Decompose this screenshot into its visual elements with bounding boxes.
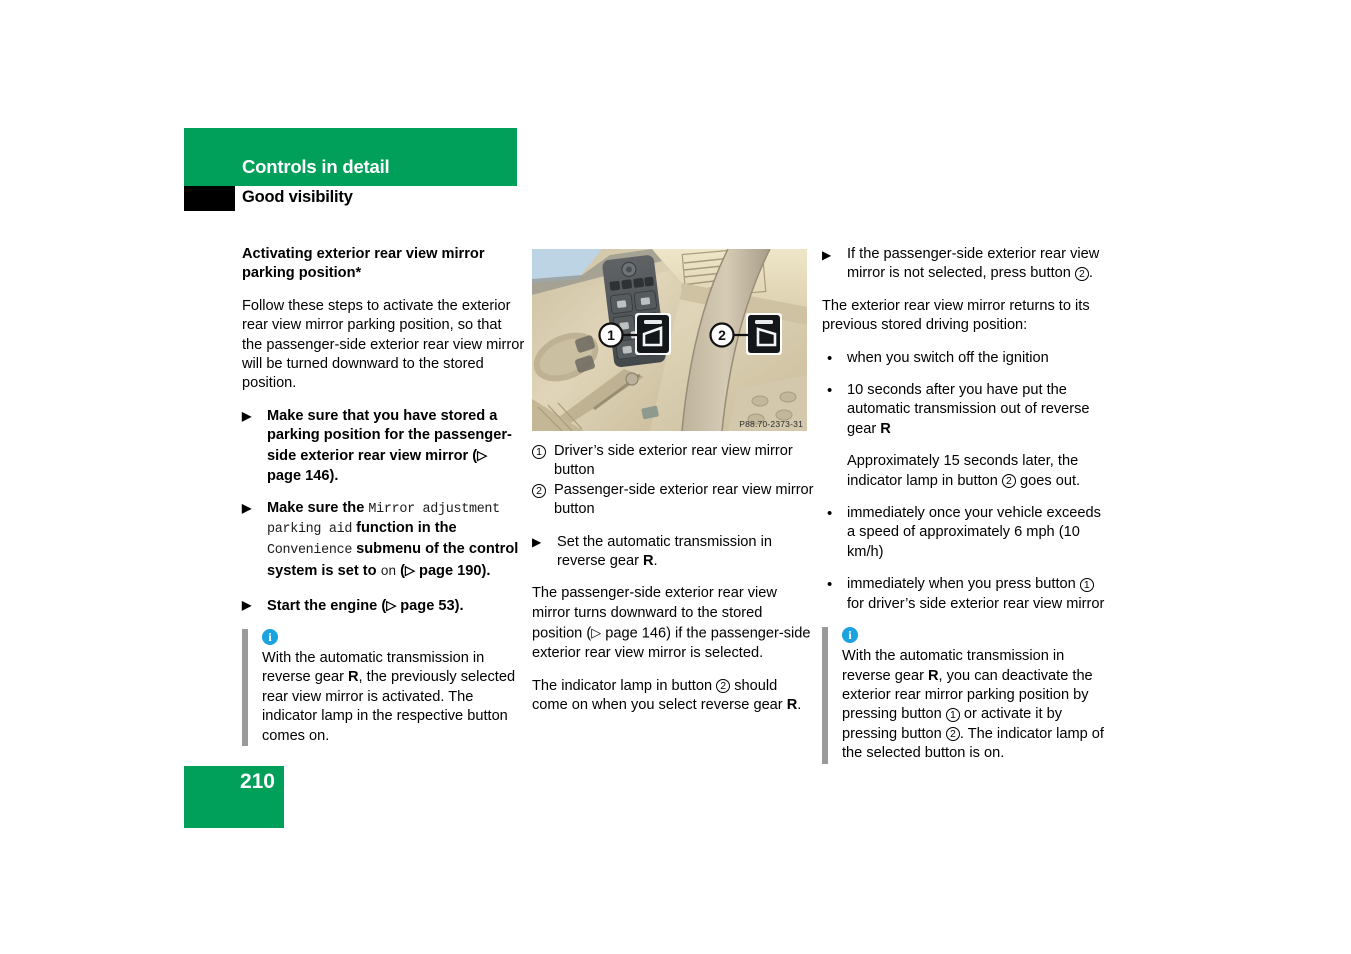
right-bullet-list: • when you switch off the ignition • 10 sec… — [822, 349, 1105, 614]
figure-caption-list: 1 Driver’s side exterior rear view mirror… — [532, 442, 815, 520]
callout-number-2: 2 — [532, 483, 546, 498]
driver-mirror-button-graphic — [635, 313, 671, 355]
svg-text:1: 1 — [607, 327, 615, 343]
note-text-left: With the automatic transmission in rever… — [262, 650, 516, 744]
triangle-bullet-icon: ▶ — [242, 409, 252, 424]
figure-caption-text: Driver’s side exterior rear view mirror … — [554, 443, 793, 479]
right-step: ▶ If the passenger-side exterior rear vi… — [822, 245, 1105, 284]
subsection-heading: Activating exterior rear view mirror par… — [242, 246, 485, 282]
triangle-bullet-icon: ▶ — [242, 597, 252, 612]
emphasis-text: Make sure that you have stored a parking… — [267, 407, 512, 465]
body-paragraph: The passenger-side exterior rear view mi… — [532, 585, 811, 662]
triangle-bullet-icon: ▶ — [242, 501, 252, 516]
figure-caption-row: 1 Driver’s side exterior rear view mirror… — [532, 442, 815, 481]
dot-bullet-icon: • — [827, 576, 833, 594]
note-text-right: With the automatic transmission in rever… — [842, 648, 1104, 762]
figure-caption-text: Passenger-side exterior rear view mirror… — [554, 481, 814, 518]
section-title: Good visibility — [242, 188, 353, 206]
chapter-title: Controls in detail — [242, 156, 390, 177]
action-step: ▶ Make sure the Mirror adjustment parking… — [242, 499, 525, 582]
callout-number-1: 1 — [945, 707, 960, 722]
chapter-header-band: Controls in detail — [184, 128, 517, 186]
door-panel-figure: 1 2 P88.70-2373-31 — [532, 249, 807, 431]
emphasis-text: R — [927, 667, 939, 684]
door-panel-illustration: 1 2 — [532, 249, 807, 431]
bullet-sub-paragraph: Approximately 15 seconds later, the indi… — [847, 453, 1081, 489]
emphasis-text: Make sure the — [267, 499, 369, 516]
bullet-text: 10 seconds after you have put the automa… — [847, 382, 1090, 437]
bullet-text: immediately when you press button 1 for … — [847, 576, 1105, 612]
callout-number-2: 2 — [1074, 266, 1089, 281]
menu-item-name: Convenience — [267, 542, 353, 558]
bullet-text: immediately once your vehicle exceeds a … — [847, 505, 1101, 560]
middle-step-text: Set the automatic transmission in revers… — [557, 533, 772, 570]
emphasis-text: ( — [396, 562, 405, 579]
figure-caption-row: 2 Passenger-side exterior rear view mirro… — [532, 481, 815, 520]
middle-paragraphs: The passenger-side exterior rear view mi… — [532, 584, 815, 715]
action-step-text: Start the engine (▷ page 53). — [267, 597, 464, 614]
svg-text:2: 2 — [718, 327, 726, 343]
callout-number-1: 1 — [532, 445, 546, 459]
figure-code: P88.70-2373-31 — [739, 419, 803, 429]
triangle-bullet-icon: ▶ — [822, 247, 832, 262]
page-reference-icon: ▷ — [477, 447, 488, 463]
page-number-band: 210 — [184, 766, 284, 828]
section-marker-block — [184, 186, 235, 211]
page-number: 210 — [239, 770, 275, 793]
middle-step: ▶ Set the automatic transmission in reve… — [532, 533, 815, 572]
bullet-item: • 10 seconds after you have put the autom… — [822, 381, 1105, 439]
page-reference-icon: ▷ — [404, 562, 415, 578]
page-reference-icon: ▷ — [591, 625, 602, 641]
action-step-text: Make sure that you have stored a parking… — [267, 408, 512, 484]
info-icon: i — [262, 629, 278, 645]
triangle-bullet-icon: ▶ — [532, 535, 542, 550]
callout-number-1: 1 — [1079, 577, 1094, 592]
emphasis-text: Start the engine ( — [267, 597, 387, 614]
passenger-mirror-button-graphic — [746, 313, 782, 355]
menu-item-name: on — [380, 564, 397, 580]
callout-number-2: 2 — [1001, 474, 1016, 489]
bullet-item: • when you switch off the ignition — [822, 349, 1105, 368]
middle-column: 1 Driver’s side exterior rear view mirror… — [532, 436, 815, 715]
right-lead-paragraph: The exterior rear view mirror returns to… — [822, 297, 1090, 334]
emphasis-text: page 146). — [267, 467, 339, 484]
emphasis-text: R — [347, 669, 359, 686]
emphasis-text: R — [880, 420, 891, 437]
callout-number-2: 2 — [945, 727, 960, 742]
note-box-right: i With the automatic transmission in rev… — [822, 627, 1105, 764]
intro-paragraph: Follow these steps to activate the exter… — [242, 297, 525, 392]
dot-bullet-icon: • — [827, 505, 833, 523]
right-step-text: If the passenger-side exterior rear view… — [847, 246, 1100, 282]
emphasis-text: page 190). — [414, 562, 491, 579]
body-paragraph: The indicator lamp in button 2 should co… — [532, 677, 802, 713]
right-column: ▶ If the passenger-side exterior rear vi… — [822, 245, 1105, 764]
action-step: ▶ Make sure that you have stored a parkin… — [242, 407, 525, 486]
dot-bullet-icon: • — [827, 382, 833, 400]
dot-bullet-icon: • — [827, 349, 833, 367]
left-steps-list: ▶ Make sure that you have stored a parkin… — [242, 407, 525, 616]
callout-number-2: 2 — [716, 679, 731, 694]
bullet-item: • immediately once your vehicle exceeds a… — [822, 504, 1105, 562]
emphasis-text: page 53). — [396, 597, 464, 614]
left-column: Activating exterior rear view mirror par… — [242, 245, 525, 747]
emphasis-text: R — [642, 553, 654, 570]
note-box-left: i With the automatic transmission in rev… — [242, 629, 525, 747]
action-step: ▶ Start the engine (▷ page 53). — [242, 595, 525, 616]
emphasis-text: function in the — [352, 520, 457, 537]
action-step-text: Make sure the Mirror adjustment parking … — [267, 499, 518, 580]
page-reference-icon: ▷ — [386, 597, 397, 613]
info-icon: i — [842, 627, 858, 644]
emphasis-text: R — [786, 696, 798, 713]
bullet-text: when you switch off the ignition — [847, 349, 1049, 366]
bullet-item: • immediately when you press button 1 for… — [822, 575, 1105, 614]
